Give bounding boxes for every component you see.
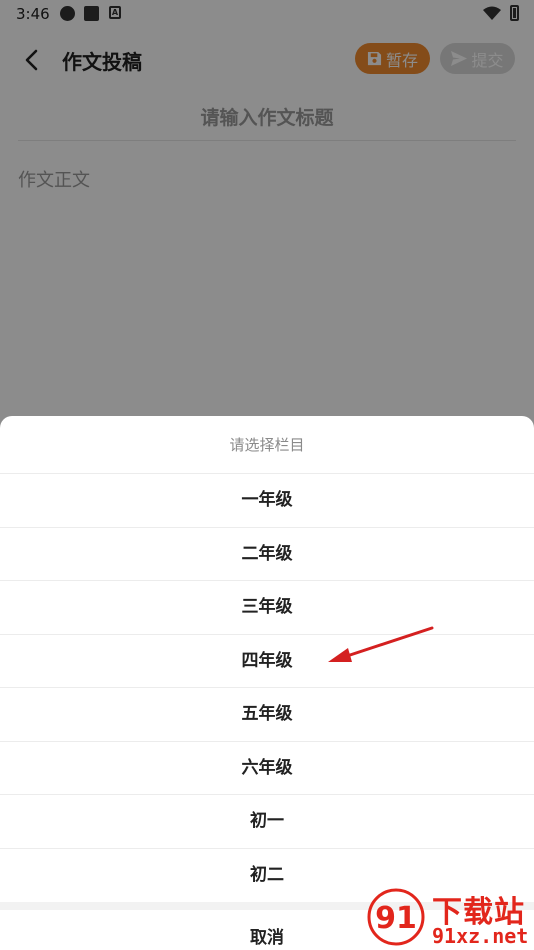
watermark-logo-icon: 91 [367,888,425,946]
watermark-logo-text: 91 [375,901,417,936]
option-grade-1[interactable]: 一年级 [0,474,534,528]
site-watermark: 91 下载站 91xz.net [362,885,534,950]
category-picker-sheet: 请选择栏目 一年级 二年级 三年级 四年级 五年级 六年级 初一 初二 取消 [0,416,534,950]
option-grade-2[interactable]: 二年级 [0,528,534,581]
watermark-domain: 91xz.net [432,924,529,948]
option-junior-1[interactable]: 初一 [0,795,534,849]
option-grade-6[interactable]: 六年级 [0,742,534,795]
option-grade-5[interactable]: 五年级 [0,688,534,742]
annotation-arrow-icon [328,626,434,662]
option-grade-4[interactable]: 四年级 [0,635,534,688]
option-grade-3[interactable]: 三年级 [0,581,534,635]
sheet-title: 请选择栏目 [0,416,534,474]
